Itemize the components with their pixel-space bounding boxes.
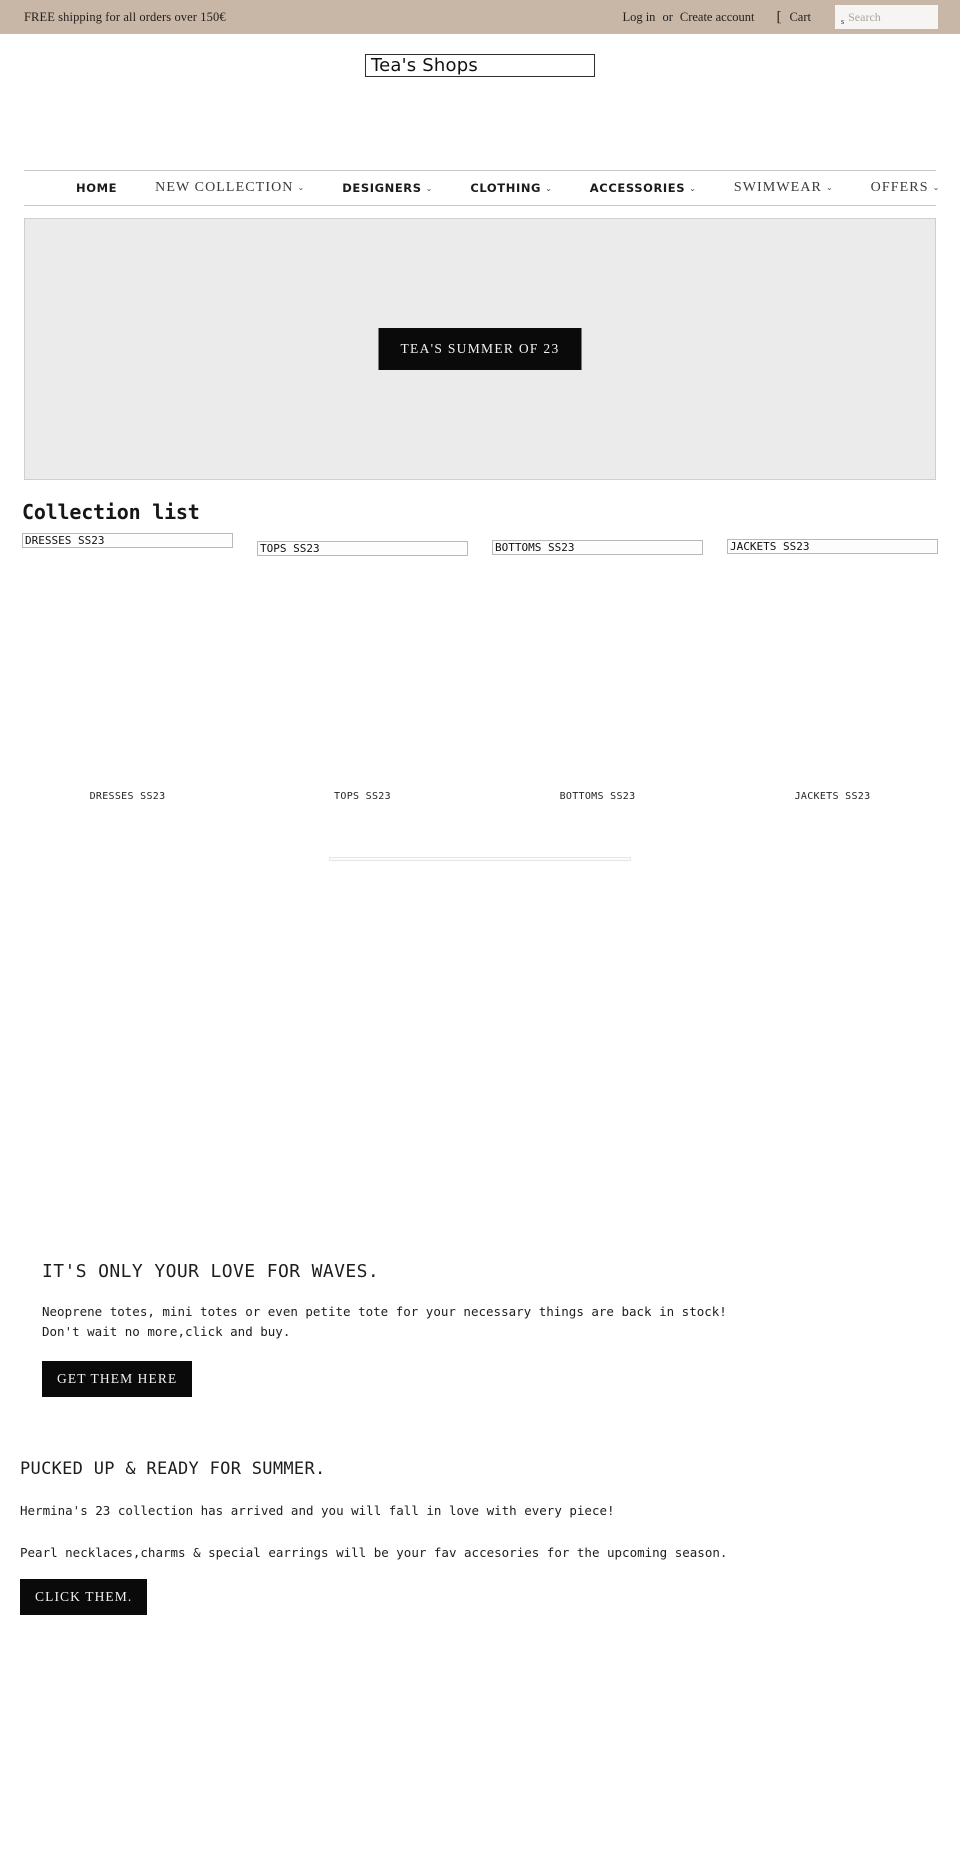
feature-line-1: Neoprene totes, mini totes or even petit… bbox=[42, 1304, 727, 1319]
feature-title: IT'S ONLY YOUR LOVE FOR WAVES. bbox=[42, 1261, 380, 1282]
collection-image-placeholder[interactable]: BOTTOMS SS23 bbox=[492, 540, 703, 555]
promo-line-1: Hermina's 23 collection has arrived and … bbox=[20, 1502, 615, 1518]
collection-card-bottoms[interactable]: BOTTOMS SS23 BOTTOMS SS23 bbox=[492, 533, 703, 802]
hero-slideshow: TEA'S SUMMER OF 23 bbox=[24, 218, 936, 480]
cart-label: Cart bbox=[789, 9, 811, 24]
announcement-bar: FREE shipping for all orders over 150€ L… bbox=[0, 0, 960, 34]
collection-image-alt: TOPS SS23 bbox=[260, 542, 320, 555]
search-input[interactable] bbox=[848, 9, 932, 25]
nav-item-swimwear[interactable]: SWIMWEAR ⌄ bbox=[715, 180, 852, 196]
promo-title: PUCKED UP & READY FOR SUMMER. bbox=[20, 1458, 326, 1479]
feature-body: Neoprene totes, mini totes or even petit… bbox=[42, 1302, 742, 1343]
search-form[interactable]: s bbox=[835, 5, 938, 29]
divider-rule bbox=[329, 857, 631, 861]
collection-list: DRESSES SS23 DRESSES SS23 TOPS SS23 TOPS… bbox=[22, 533, 938, 802]
login-link[interactable]: Log in bbox=[622, 10, 655, 25]
nav-label-offers: OFFERS bbox=[870, 180, 929, 195]
nav-item-offers[interactable]: OFFERS ⌄ bbox=[852, 180, 959, 196]
search-icon: s bbox=[841, 17, 845, 26]
chevron-down-icon: ⌄ bbox=[932, 183, 940, 192]
chevron-down-icon: ⌄ bbox=[425, 184, 433, 193]
create-account-link[interactable]: Create account bbox=[680, 10, 755, 25]
nav-label-accessories: ACCESSORIES bbox=[589, 181, 686, 195]
nav-item-new-collection[interactable]: NEW COLLECTION ⌄ bbox=[136, 180, 323, 196]
chevron-down-icon: ⌄ bbox=[689, 184, 696, 193]
collection-image-alt: JACKETS SS23 bbox=[730, 540, 810, 553]
cart-link[interactable]: [ Cart bbox=[776, 8, 811, 25]
feature-section: IT'S ONLY YOUR LOVE FOR WAVES. Neoprene … bbox=[0, 1261, 960, 1397]
get-them-here-button[interactable]: GET THEM HERE bbox=[42, 1360, 193, 1397]
collection-list-title: Collection list bbox=[22, 500, 200, 524]
collection-caption[interactable]: TOPS SS23 bbox=[257, 791, 468, 802]
promo-line-2: Pearl necklaces,charms & special earring… bbox=[20, 1544, 728, 1560]
nav-label-swimwear: SWIMWEAR bbox=[733, 180, 822, 195]
feature-line-2: Don't wait no more,click and buy. bbox=[42, 1324, 291, 1340]
nav-item-clothing[interactable]: CLOTHING ⌄ bbox=[451, 181, 570, 195]
shipping-message: FREE shipping for all orders over 150€ bbox=[24, 9, 226, 24]
nav-label-designers: DESIGNERS bbox=[342, 181, 422, 195]
collection-image-placeholder[interactable]: JACKETS SS23 bbox=[727, 539, 938, 554]
site-logo[interactable]: Tea's Shops bbox=[365, 54, 595, 77]
site-logo-text: Tea's Shops bbox=[371, 54, 478, 76]
section-divider bbox=[0, 857, 960, 861]
site-header: Tea's Shops bbox=[0, 34, 960, 170]
promo-section: PUCKED UP & READY FOR SUMMER. Hermina's … bbox=[0, 1459, 960, 1615]
collection-image-alt: BOTTOMS SS23 bbox=[495, 541, 575, 554]
chevron-down-icon: ⌄ bbox=[545, 184, 552, 193]
login-separator: or bbox=[662, 9, 673, 24]
nav-item-home[interactable]: HOME bbox=[24, 181, 136, 195]
collection-caption[interactable]: BOTTOMS SS23 bbox=[492, 791, 703, 802]
nav-item-designers[interactable]: DESIGNERS ⌄ bbox=[323, 181, 451, 195]
main-navigation: HOME NEW COLLECTION ⌄ DESIGNERS ⌄ CLOTHI… bbox=[24, 170, 939, 206]
nav-label-new-collection: NEW COLLECTION bbox=[155, 180, 294, 195]
chevron-down-icon: ⌄ bbox=[297, 183, 305, 192]
collection-caption[interactable]: DRESSES SS23 bbox=[22, 791, 233, 802]
utility-links: Log in or Create account [ Cart s bbox=[622, 5, 938, 29]
collection-caption[interactable]: JACKETS SS23 bbox=[727, 791, 938, 802]
hero-cta-button[interactable]: TEA'S SUMMER OF 23 bbox=[378, 328, 582, 370]
click-them-button[interactable]: CLICK THEM. bbox=[20, 1578, 148, 1615]
cart-icon: [ bbox=[776, 8, 782, 25]
nav-label-home: HOME bbox=[76, 181, 118, 195]
collection-image-alt: DRESSES SS23 bbox=[25, 534, 105, 547]
nav-label-clothing: CLOTHING bbox=[470, 181, 542, 195]
nav-item-accessories[interactable]: ACCESSORIES ⌄ bbox=[571, 181, 715, 195]
collection-card-tops[interactable]: TOPS SS23 TOPS SS23 bbox=[257, 533, 468, 802]
chevron-down-icon: ⌄ bbox=[825, 183, 833, 192]
collection-card-dresses[interactable]: DRESSES SS23 DRESSES SS23 bbox=[22, 533, 233, 802]
collection-image-placeholder[interactable]: DRESSES SS23 bbox=[22, 533, 233, 548]
collection-card-jackets[interactable]: JACKETS SS23 JACKETS SS23 bbox=[727, 533, 938, 802]
collection-image-placeholder[interactable]: TOPS SS23 bbox=[257, 541, 468, 556]
